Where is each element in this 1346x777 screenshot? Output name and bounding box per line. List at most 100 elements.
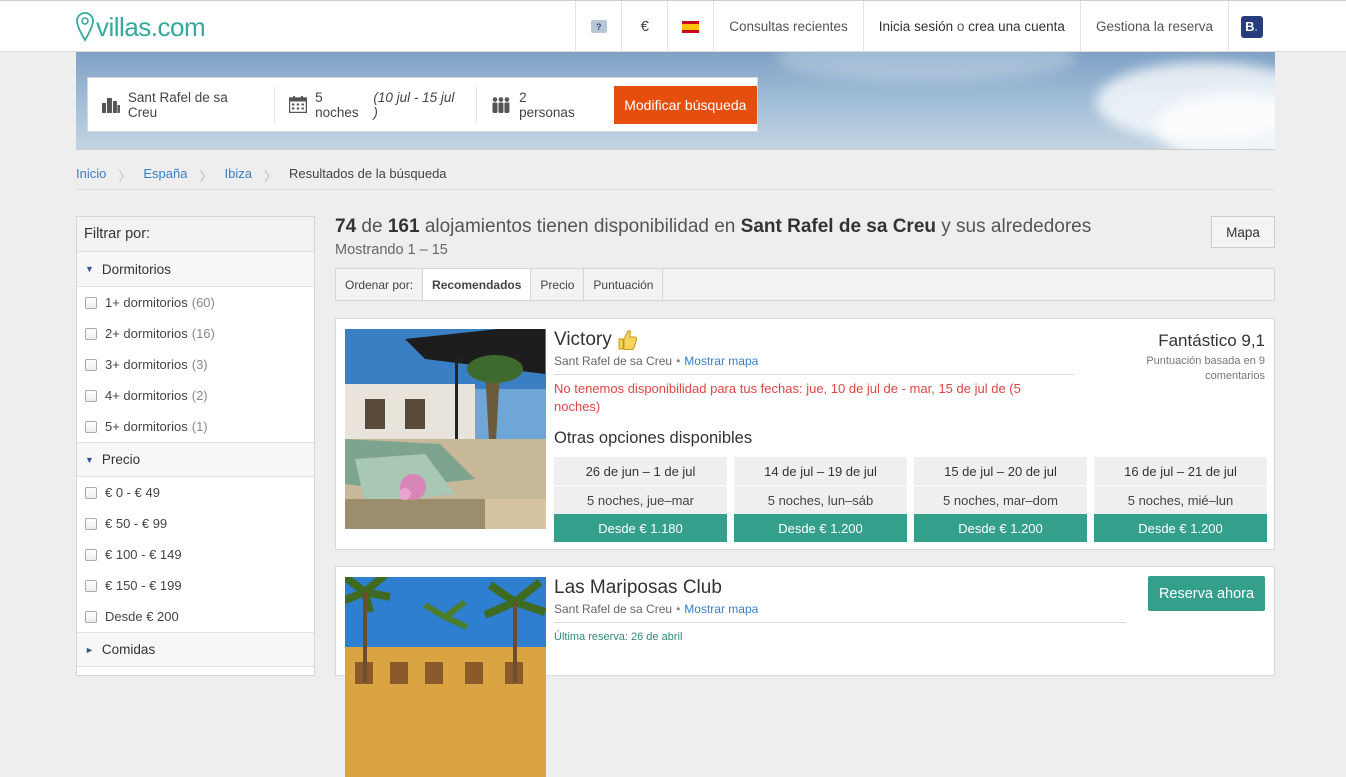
triangle-down-icon: ▼ xyxy=(85,264,94,274)
breadcrumb: Inicio 〉 España 〉 Ibiza 〉 Resultados de … xyxy=(76,166,1275,190)
search-summary: Sant Rafel de sa Creu 5 noches (10 jul -… xyxy=(87,77,758,132)
option-nights: 5 noches, mié–lun xyxy=(1094,486,1267,514)
help-button[interactable]: ? xyxy=(575,1,621,52)
bedrooms-filter-label: Dormitorios xyxy=(101,261,171,277)
bedroom-option[interactable]: 4+ dormitorios (2) xyxy=(77,380,314,411)
checkbox[interactable] xyxy=(85,296,97,309)
checkbox[interactable] xyxy=(85,486,97,499)
listing-location: Sant Rafel de sa Creu • Mostrar mapa xyxy=(554,602,1126,623)
option-label: 3+ dormitorios xyxy=(105,357,188,372)
sort-price[interactable]: Precio xyxy=(531,269,585,300)
signin-or-text: o xyxy=(953,19,969,34)
header-nav: ? € Consultas recientes Inicia sesión o … xyxy=(575,1,1274,52)
signin-link[interactable]: Inicia sesión o crea una cuenta xyxy=(862,1,1080,52)
listing-photo[interactable] xyxy=(345,577,546,777)
option-nights: 5 noches, mar–dom xyxy=(914,486,1087,514)
logo-text: villas.com xyxy=(96,11,206,42)
destination-field[interactable]: Sant Rafel de sa Creu xyxy=(88,86,276,123)
option-nights: 5 noches, lun–sáb xyxy=(734,486,907,514)
price-option[interactable]: Desde € 200 xyxy=(77,601,314,632)
listing-name[interactable]: Las Mariposas Club xyxy=(554,577,722,599)
breadcrumb-region[interactable]: Ibiza xyxy=(224,166,251,181)
villa-photo xyxy=(345,577,546,777)
breadcrumb-home[interactable]: Inicio xyxy=(76,166,106,181)
map-button[interactable]: Mapa xyxy=(1211,216,1275,248)
checkbox[interactable] xyxy=(85,517,97,530)
site-logo[interactable]: villas.com xyxy=(76,11,206,43)
checkbox[interactable] xyxy=(85,548,97,561)
reserve-now-button[interactable]: Reserva ahora xyxy=(1148,576,1265,611)
guests-field[interactable]: 2 personas xyxy=(477,87,599,123)
date-option[interactable]: 26 de jun – 1 de jul 5 noches, jue–mar D… xyxy=(554,457,727,542)
triangle-down-icon: ▼ xyxy=(85,454,94,465)
last-booking-info: Última reserva: 26 de abril xyxy=(554,631,683,643)
price-option[interactable]: € 0 - € 49 xyxy=(77,477,314,508)
option-price-button[interactable]: Desde € 1.200 xyxy=(914,514,1087,542)
breadcrumb-country[interactable]: España xyxy=(143,166,187,181)
bedrooms-filter-header[interactable]: ▼ Dormitorios xyxy=(77,252,314,287)
listing-photo[interactable] xyxy=(345,329,546,529)
show-map-link[interactable]: Mostrar mapa xyxy=(684,354,758,368)
date-option[interactable]: 15 de jul – 20 de jul 5 noches, mar–dom … xyxy=(914,457,1087,542)
results-showing: Mostrando 1 – 15 xyxy=(335,242,448,258)
price-option[interactable]: € 50 - € 99 xyxy=(77,508,314,539)
recent-searches-link[interactable]: Consultas recientes xyxy=(713,1,863,52)
other-options-title: Otras opciones disponibles xyxy=(554,429,753,447)
listing-name[interactable]: Victory xyxy=(554,329,637,351)
currency-selector[interactable]: € xyxy=(621,1,667,52)
sort-rating[interactable]: Puntuación xyxy=(584,269,664,300)
option-price-button[interactable]: Desde € 1.200 xyxy=(1094,514,1267,542)
checkbox[interactable] xyxy=(85,420,97,433)
chevron-right-icon: 〉 xyxy=(118,169,132,184)
create-account-text: crea una cuenta xyxy=(968,19,1065,34)
date-option[interactable]: 16 de jul – 21 de jul 5 noches, mié–lun … xyxy=(1094,457,1267,542)
checkbox[interactable] xyxy=(85,327,97,340)
checkbox[interactable] xyxy=(85,579,97,592)
meals-filter-header[interactable]: ► Comidas xyxy=(77,632,314,667)
results-suffix: y sus alrededores xyxy=(936,216,1092,237)
bedroom-option[interactable]: 5+ dormitorios (1) xyxy=(77,411,314,442)
modify-search-button[interactable]: Modificar búsqueda xyxy=(613,85,758,124)
cloud-decoration xyxy=(776,52,1076,82)
booking-com-button[interactable]: B. xyxy=(1228,1,1274,52)
available-count: 74 xyxy=(335,216,357,237)
results-header: 74 de 161 alojamientos tienen disponibil… xyxy=(335,216,1091,258)
no-availability-message: No tenemos disponibilidad para tus fecha… xyxy=(554,381,1021,414)
show-map-link[interactable]: Mostrar mapa xyxy=(684,602,758,616)
checkbox[interactable] xyxy=(85,358,97,371)
price-option[interactable]: € 150 - € 199 xyxy=(77,570,314,601)
price-filter-header[interactable]: ▼ Precio xyxy=(77,442,314,477)
option-label: € 150 - € 199 xyxy=(105,578,182,593)
checkbox[interactable] xyxy=(85,610,97,623)
price-filter-label: Precio xyxy=(101,452,141,467)
dates-field[interactable]: 5 noches (10 jul - 15 jul ) xyxy=(275,86,478,123)
booking-letter: B xyxy=(1245,19,1255,34)
checkbox[interactable] xyxy=(85,389,97,402)
alternative-options: 26 de jun – 1 de jul 5 noches, jue–mar D… xyxy=(554,457,1267,542)
manage-booking-link[interactable]: Gestiona la reserva xyxy=(1079,1,1228,52)
location-text: Sant Rafel de sa Creu xyxy=(554,602,673,616)
listing-location: Sant Rafel de sa Creu • Mostrar mapa xyxy=(554,354,1074,375)
triangle-right-icon: ► xyxy=(85,644,94,655)
option-label: 2+ dormitorios xyxy=(105,326,188,341)
option-label: Desde € 200 xyxy=(105,609,179,624)
option-dates: 16 de jul – 21 de jul xyxy=(1094,457,1267,486)
option-label: € 50 - € 99 xyxy=(105,516,168,531)
option-price-button[interactable]: Desde € 1.200 xyxy=(734,514,907,542)
price-option[interactable]: € 100 - € 149 xyxy=(77,539,314,570)
results-title: 74 de 161 alojamientos tienen disponibil… xyxy=(335,216,1091,238)
results-place: Sant Rafel de sa Creu xyxy=(740,216,936,237)
bedroom-option[interactable]: 3+ dormitorios (3) xyxy=(77,349,314,380)
option-price-button[interactable]: Desde € 1.180 xyxy=(554,514,727,542)
listing-card: Las Mariposas Club Sant Rafel de sa Creu… xyxy=(335,566,1275,777)
bedroom-option[interactable]: 2+ dormitorios (16) xyxy=(77,318,314,349)
sort-recommended[interactable]: Recomendados xyxy=(423,269,532,300)
location-text: Sant Rafel de sa Creu xyxy=(554,354,673,368)
option-dates: 14 de jul – 19 de jul xyxy=(734,457,907,486)
date-option[interactable]: 14 de jul – 19 de jul 5 noches, lun–sáb … xyxy=(734,457,907,542)
breadcrumb-current: Resultados de la búsqueda xyxy=(288,166,447,181)
separator-dot: • xyxy=(676,354,681,368)
bedroom-option[interactable]: 1+ dormitorios (60) xyxy=(77,287,314,318)
option-label: 4+ dormitorios xyxy=(105,388,188,403)
language-selector[interactable] xyxy=(667,1,713,52)
